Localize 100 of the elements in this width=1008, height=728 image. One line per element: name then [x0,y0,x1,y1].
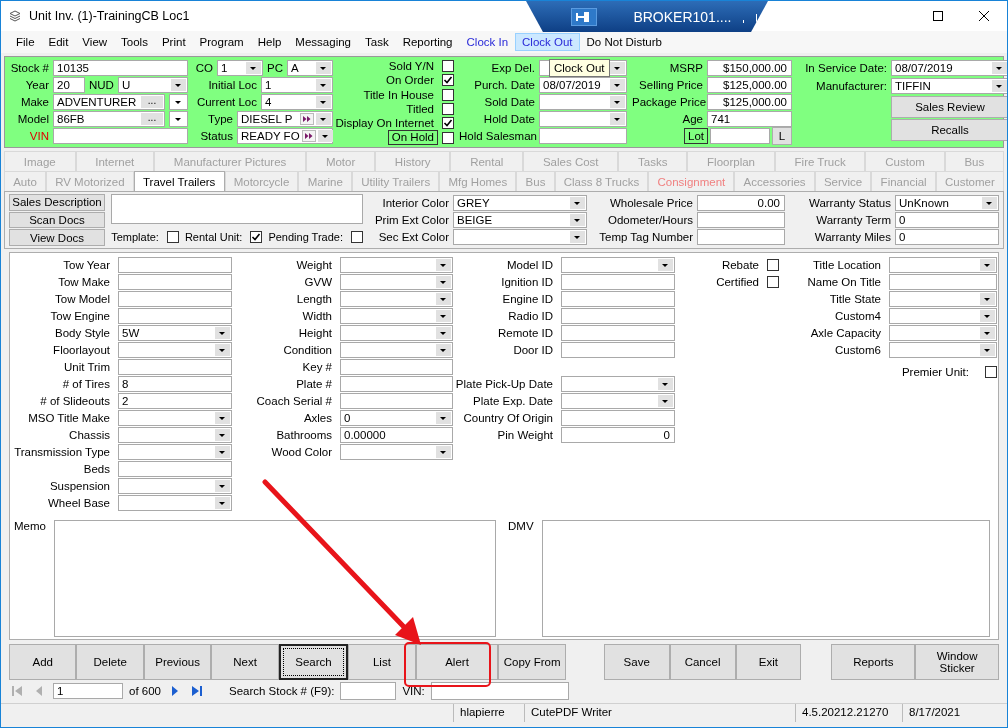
text-field[interactable]: 2 [118,392,232,409]
dropdown-arrow-button[interactable] [215,411,230,424]
dropdown-arrow-button[interactable] [980,326,995,339]
checkbox[interactable] [442,74,454,87]
dropdown-field[interactable]: GREY [453,194,587,211]
dropdown-arrow-button[interactable] [992,62,1007,74]
amount-field[interactable]: $125,000.00 [707,76,792,93]
dropdown-field[interactable]: DIESEL P [237,110,333,127]
action-button[interactable]: Previous [143,644,212,680]
ellipsis-button[interactable]: ... [141,112,163,125]
dropdown-field[interactable] [453,229,587,246]
dropdown-arrow-button[interactable] [316,61,331,74]
dropdown-arrow-button[interactable] [436,275,451,288]
checkbox[interactable] [166,231,179,243]
panel-button[interactable]: View Docs [9,229,105,246]
action-button[interactable]: Recalls [891,118,1007,141]
search-field[interactable] [340,682,397,700]
dropdown-field[interactable] [118,494,232,511]
panel-button[interactable]: Scan Docs [9,211,105,229]
checkbox[interactable] [767,258,779,271]
dropdown-field[interactable]: UnKnown [895,194,999,211]
dropdown-field[interactable] [118,341,232,358]
dropdown-arrow-button[interactable] [436,445,451,458]
text-field[interactable] [118,256,232,273]
maximize-icon[interactable] [933,11,943,21]
text-field[interactable] [561,307,675,324]
menu-item[interactable]: View [75,33,115,51]
menu-item[interactable]: Clock In [459,33,516,51]
text-field[interactable] [118,460,232,477]
dropdown-field[interactable] [340,256,453,273]
action-button[interactable]: Exit [735,644,802,680]
text-field[interactable] [340,358,453,375]
dropdown-arrow-button[interactable] [992,80,1007,92]
text-field[interactable] [118,273,232,290]
text-field[interactable] [118,290,232,307]
checkbox[interactable] [442,60,454,73]
checkbox[interactable] [767,275,779,288]
dropdown-field[interactable] [539,93,627,110]
menu-item[interactable]: Do Not Disturb [579,33,669,51]
text-field[interactable]: 0 [895,212,999,228]
dropdown-arrow-button[interactable] [436,411,451,424]
double-arrow-icon[interactable] [301,129,316,142]
amount-field[interactable]: 0 [561,426,675,443]
dropdown-field[interactable] [340,443,453,460]
text-field[interactable] [561,324,675,341]
lot-button[interactable]: Lot [684,127,708,144]
menu-item[interactable]: Messaging [288,33,358,51]
dropdown-field[interactable]: 5W [118,324,232,341]
checkbox[interactable] [250,231,263,243]
dropdown-arrow-button[interactable] [215,343,230,356]
menu-item[interactable]: Task [358,33,396,51]
dropdown-arrow-button[interactable] [317,129,333,142]
dropdown-arrow-button[interactable] [980,258,995,271]
dropdown-arrow-button[interactable] [658,377,673,390]
pin-icon[interactable] [571,7,597,26]
dropdown-arrow-button[interactable] [316,78,331,91]
dropdown-field[interactable]: A [287,59,333,76]
page-field[interactable]: 1 [53,683,123,699]
action-button[interactable]: Next [211,644,279,680]
action-button[interactable]: Cancel [669,644,736,680]
action-button[interactable]: Window Sticker [915,644,1000,680]
dropdown-field[interactable] [889,324,997,341]
text-field[interactable] [561,290,675,307]
checkbox[interactable] [442,102,454,115]
description-field[interactable] [111,194,363,224]
text-field[interactable]: 8 [118,375,232,392]
action-button[interactable]: Add [9,644,77,680]
menu-item[interactable]: Edit [41,33,76,51]
text-field[interactable] [118,358,232,375]
checkbox[interactable] [351,231,363,243]
dropdown-field[interactable] [889,290,997,307]
notes-field[interactable] [53,520,496,637]
dropdown-field[interactable] [561,375,675,392]
text-field[interactable] [710,127,770,144]
vin-field[interactable] [430,682,569,700]
dropdown-arrow-button[interactable] [980,343,995,356]
dropdown-field[interactable]: 1 [261,76,333,93]
menu-item[interactable]: Tools [114,33,155,51]
ellipsis-button[interactable]: ... [141,95,163,108]
dropdown-arrow-button[interactable] [610,95,625,108]
text-field[interactable] [340,392,453,409]
dropdown-field[interactable]: BEIGE [453,212,587,228]
dropdown-field[interactable] [118,409,232,426]
text-field[interactable] [118,307,232,324]
text-field[interactable] [697,229,785,246]
text-field[interactable]: 0.00000 [340,426,453,443]
checkbox[interactable] [442,88,454,101]
dropdown-field[interactable] [539,110,627,127]
amount-field[interactable]: $150,000.00 [707,59,792,76]
dropdown-arrow-button[interactable] [570,214,585,226]
dropdown-field[interactable]: 0 [340,409,453,426]
text-field[interactable] [561,273,675,290]
close-icon[interactable] [979,11,989,21]
text-field[interactable] [889,273,997,290]
dropdown-arrow-button[interactable] [982,196,997,209]
text-field[interactable]: 0 [895,229,999,246]
text-field[interactable] [340,375,453,392]
dropdown-arrow-button[interactable] [436,292,451,305]
dropdown-arrow-button[interactable] [171,78,186,91]
checkbox[interactable] [442,131,454,144]
